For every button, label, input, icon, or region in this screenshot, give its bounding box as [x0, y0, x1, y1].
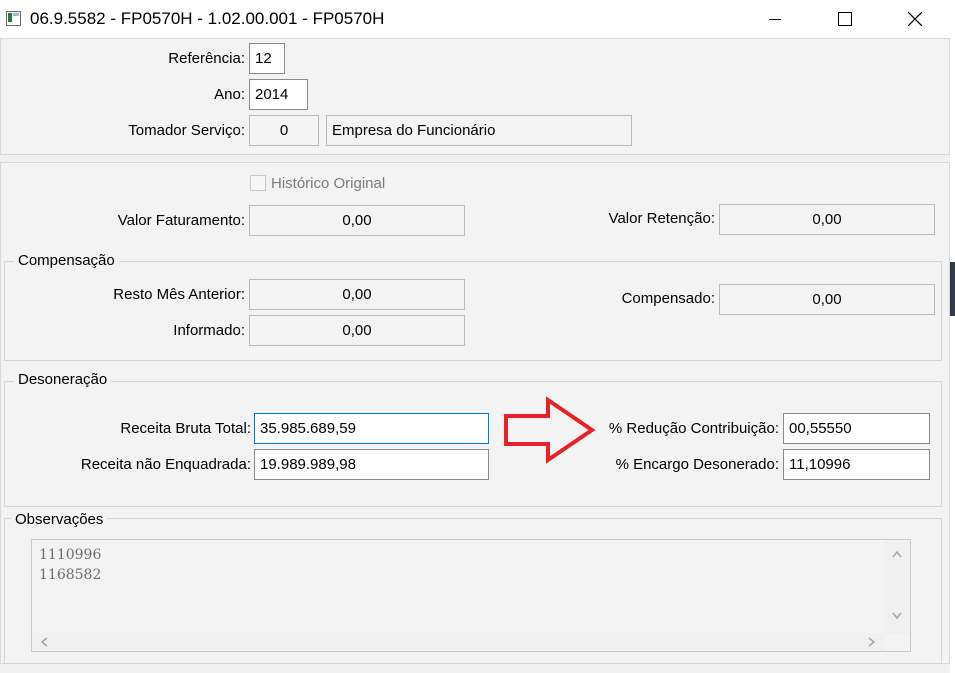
- desoneracao-title: Desoneração: [14, 370, 112, 390]
- resto-label: Resto Mês Anterior:: [113, 286, 245, 303]
- encargo-input[interactable]: 11,10996: [783, 449, 930, 480]
- ano-input[interactable]: 2014: [249, 79, 308, 110]
- window-title: 06.9.5582 - FP0570H - 1.02.00.001 - FP05…: [30, 9, 385, 28]
- receita-bruta-input[interactable]: 35.985.689,59: [254, 413, 489, 444]
- maximize-button[interactable]: [822, 0, 868, 38]
- retencao-label: Valor Retenção:: [608, 210, 715, 227]
- informado-label: Informado:: [173, 322, 245, 339]
- observacoes-line: 1168582: [39, 567, 102, 583]
- observacoes-textarea[interactable]: 1110996 1168582: [31, 539, 911, 652]
- scroll-down-icon[interactable]: [892, 612, 902, 620]
- right-edge-marker: [950, 262, 955, 316]
- scroll-left-icon[interactable]: [40, 637, 48, 647]
- scroll-up-icon[interactable]: [892, 550, 902, 558]
- right-edge: [950, 38, 955, 673]
- receita-nao-label: Receita não Enquadrada:: [80, 456, 251, 473]
- informado-field: 0,00: [249, 315, 465, 346]
- minimize-icon: [769, 19, 781, 20]
- close-button[interactable]: [892, 0, 938, 38]
- tomador-name-field: Empresa do Funcionário: [326, 115, 632, 146]
- resto-field: 0,00: [249, 279, 465, 310]
- receita-bruta-label: Receita Bruta Total:: [120, 420, 251, 437]
- ano-label: Ano:: [214, 86, 245, 103]
- vertical-scrollbar[interactable]: [884, 540, 910, 634]
- compensado-label: Compensado:: [621, 290, 715, 307]
- faturamento-field: 0,00: [249, 205, 465, 236]
- horizontal-scrollbar[interactable]: [32, 633, 884, 651]
- close-icon: [908, 12, 922, 26]
- desoneracao-group: [4, 381, 942, 507]
- faturamento-label: Valor Faturamento:: [117, 212, 245, 229]
- receita-nao-input[interactable]: 19.989.989,98: [254, 449, 489, 480]
- compensacao-title: Compensação: [14, 251, 119, 271]
- tomador-label: Tomador Serviço:: [128, 122, 245, 139]
- observacoes-title: Observações: [11, 510, 108, 530]
- tomador-code-field[interactable]: 0: [249, 115, 319, 146]
- compensado-field: 0,00: [719, 284, 935, 315]
- app-icon: [6, 11, 21, 26]
- referencia-label: Referência:: [168, 50, 245, 67]
- retencao-field: 0,00: [719, 204, 935, 235]
- maximize-icon: [838, 12, 852, 26]
- historico-label: Histórico Original: [271, 175, 386, 192]
- reducao-input[interactable]: 00,55550: [783, 413, 930, 444]
- minimize-button[interactable]: [752, 0, 798, 38]
- annotation-arrow-icon: [504, 396, 596, 464]
- scroll-right-icon[interactable]: [868, 637, 876, 647]
- referencia-input[interactable]: 12: [249, 43, 285, 74]
- historico-checkbox[interactable]: [250, 175, 266, 191]
- observacoes-line: 1110996: [39, 547, 102, 563]
